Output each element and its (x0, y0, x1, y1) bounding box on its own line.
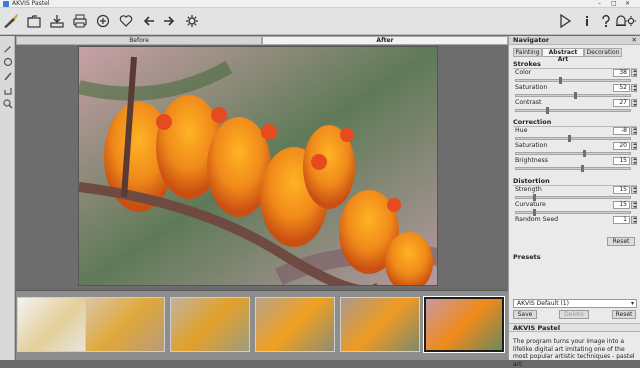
thumbnail[interactable] (340, 297, 420, 352)
help-text: The program turns your image into a life… (513, 338, 635, 368)
param-label: Random Seed (515, 216, 559, 223)
maximize-button[interactable]: □ (611, 0, 617, 8)
slider-handle[interactable] (532, 209, 536, 216)
param-slider[interactable] (515, 165, 631, 172)
strokes-group-title: Strokes (513, 60, 637, 69)
distortion-reset-button[interactable]: Reset (607, 237, 635, 246)
spinner-arrows-icon[interactable] (631, 157, 637, 165)
settings-icon[interactable] (183, 12, 201, 30)
param-label: Hue (515, 127, 528, 134)
param-value-field[interactable]: -8 (613, 127, 630, 135)
param-value-field[interactable]: 38 (613, 69, 630, 77)
tab-decoration[interactable]: Decoration (584, 48, 622, 57)
main-toolbar (0, 8, 640, 35)
preset-select[interactable]: AKVIS Default (1) ▾ (513, 299, 637, 308)
tab-abstract-art[interactable]: Abstract Art (542, 48, 584, 63)
param-value-field[interactable]: 20 (613, 142, 630, 150)
heart-icon[interactable] (117, 12, 135, 30)
spinner-arrows-icon[interactable] (631, 69, 637, 77)
eraser-tool-icon[interactable] (2, 56, 13, 67)
brush-logo-icon (2, 12, 20, 30)
close-button[interactable]: ✕ (625, 0, 630, 8)
help-title: AKVIS Pastel (513, 324, 561, 332)
tab-before[interactable]: Before (16, 36, 262, 45)
slider-handle[interactable] (583, 150, 587, 157)
hand-tool-icon[interactable] (2, 84, 13, 95)
param-value-field[interactable]: 1 (613, 216, 630, 224)
thumbnail[interactable] (255, 297, 335, 352)
param-slider[interactable] (515, 107, 631, 114)
slider-handle[interactable] (546, 107, 550, 114)
param-value-field[interactable]: 15 (613, 157, 630, 165)
chevron-down-icon: ▾ (630, 300, 634, 307)
preset-save-button[interactable]: Save (513, 310, 537, 319)
slider-handle[interactable] (558, 77, 562, 84)
param-value-field[interactable]: 15 (613, 186, 630, 194)
param-slider[interactable] (515, 135, 631, 142)
navigator-title: Navigator (513, 36, 550, 44)
preset-selected-value: AKVIS Default (1) (517, 300, 569, 307)
minimize-button[interactable]: – (598, 0, 601, 8)
param-value-field[interactable]: 27 (613, 99, 630, 107)
window-title: AKVIS Pastel (12, 0, 50, 7)
spinner-arrows-icon[interactable] (631, 142, 637, 150)
spinner-arrows-icon[interactable] (631, 84, 637, 92)
open-icon[interactable] (25, 12, 43, 30)
param-label: Contrast (515, 99, 542, 106)
slider-handle[interactable] (567, 135, 571, 142)
brush-tool-icon[interactable] (2, 42, 13, 53)
history-brush-icon[interactable] (2, 70, 13, 81)
param-slider[interactable] (515, 150, 631, 157)
print-icon[interactable] (71, 12, 89, 30)
left-toolbar (0, 36, 15, 360)
settings-panel: Navigator ✕ Painting Abstract Art Decora… (508, 36, 640, 368)
param-label: Saturation (515, 142, 548, 149)
param-label: Color (515, 69, 532, 76)
forward-icon[interactable] (160, 12, 178, 30)
distortion-group-title: Distortion (513, 177, 637, 186)
help-header: AKVIS Pastel (509, 323, 640, 332)
gear-icon[interactable] (624, 12, 638, 30)
param-label: Brightness (515, 157, 548, 164)
spinner-arrows-icon[interactable] (631, 186, 637, 194)
preset-delete-button[interactable]: Delete (559, 310, 589, 319)
thumbnail[interactable] (85, 297, 165, 352)
title-bar: AKVIS Pastel – □ ✕ (0, 0, 640, 8)
info-icon[interactable] (578, 12, 596, 30)
param-value-field[interactable]: 15 (613, 201, 630, 209)
run-icon[interactable] (556, 12, 574, 30)
thumbnail-selected[interactable] (424, 297, 504, 352)
share-icon[interactable] (94, 12, 112, 30)
correction-group-title: Correction (513, 118, 637, 127)
tab-painting[interactable]: Painting (513, 48, 542, 57)
param-label: Curvature (515, 201, 546, 208)
param-label: Strength (515, 186, 542, 193)
save-icon[interactable] (48, 12, 66, 30)
spinner-arrows-icon[interactable] (631, 99, 637, 107)
param-label: Saturation (515, 84, 548, 91)
param-slider[interactable] (515, 92, 631, 99)
presets-group-title: Presets (513, 253, 541, 261)
slider-handle[interactable] (532, 194, 536, 201)
param-value-field[interactable]: 52 (613, 84, 630, 92)
collapse-icon[interactable]: ✕ (632, 36, 637, 45)
slider-handle[interactable] (574, 92, 578, 99)
slider-handle[interactable] (580, 165, 584, 172)
thumbnail[interactable] (170, 297, 250, 352)
result-image[interactable] (78, 46, 438, 286)
app-icon (3, 1, 9, 7)
preset-reset-button[interactable]: Reset (612, 310, 636, 319)
back-icon[interactable] (140, 12, 158, 30)
param-slider[interactable] (515, 77, 631, 84)
tab-after[interactable]: After (262, 36, 508, 45)
spinner-arrows-icon[interactable] (631, 201, 637, 209)
canvas-area: Before After (16, 36, 508, 288)
filmstrip (16, 290, 508, 360)
navigator-header[interactable]: Navigator ✕ (509, 36, 640, 45)
param-slider[interactable] (515, 194, 631, 201)
spinner-arrows-icon[interactable] (631, 127, 637, 135)
param-slider[interactable] (515, 209, 631, 216)
zoom-tool-icon[interactable] (2, 98, 13, 109)
spinner-arrows-icon[interactable] (631, 216, 637, 224)
